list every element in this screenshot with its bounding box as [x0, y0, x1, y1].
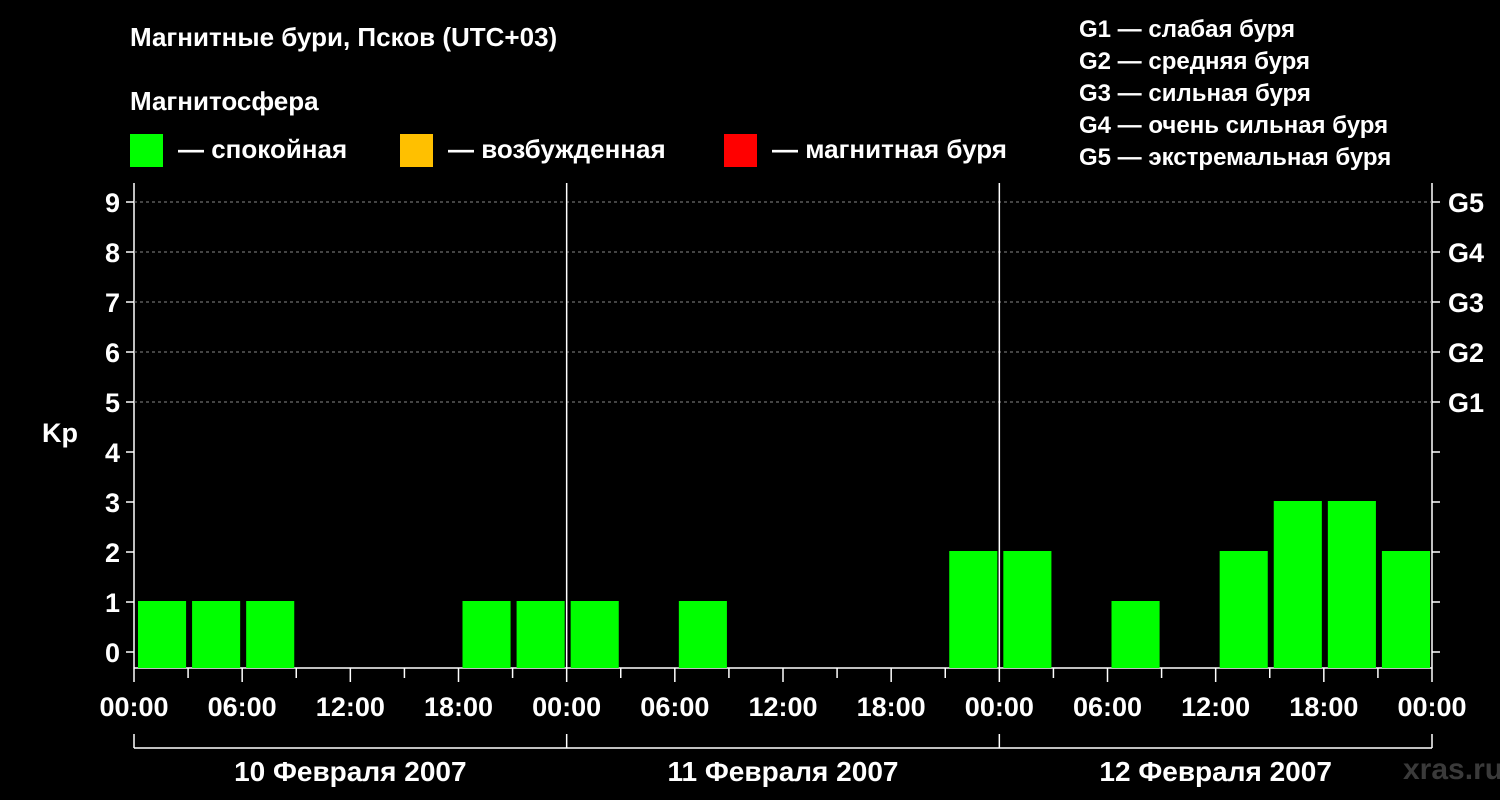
kp-bar [462, 601, 511, 668]
x-tick-label: 00:00 [532, 692, 601, 722]
kp-bar [949, 551, 998, 668]
y-tick-label: 9 [105, 188, 120, 218]
kp-bar [1003, 551, 1052, 668]
kp-bar [1111, 601, 1160, 668]
kp-bar-chart: 0 1 2 3 4 5 6 7 8 9 G1 G2 G3 G4 G5 Kp 00:00 06:00 12:00 18:… [42, 183, 1484, 787]
x-tick-label: 06:00 [1073, 692, 1142, 722]
kp-bar [570, 601, 619, 668]
x-tick-label: 06:00 [208, 692, 277, 722]
y-tick-label: 1 [105, 588, 120, 618]
g-level-label: G5 [1448, 188, 1484, 218]
x-tick-label: 18:00 [424, 692, 493, 722]
y-axis-label: Kp [42, 418, 78, 448]
day-label: 11 Февраля 2007 [668, 756, 899, 787]
x-tick-label: 00:00 [965, 692, 1034, 722]
g-level-label: G2 [1448, 338, 1484, 368]
x-tick-label: 06:00 [640, 692, 709, 722]
y-tick-label: 7 [105, 288, 120, 318]
g-level-label: G3 [1448, 288, 1484, 318]
y-tick-label: 2 [105, 538, 120, 568]
y-tick-label: 5 [105, 388, 120, 418]
g-level-label: G4 [1448, 238, 1484, 268]
kp-bar [138, 601, 187, 668]
y-tick-label: 4 [105, 438, 120, 468]
kp-bar [246, 601, 295, 668]
g-level-label: G1 [1448, 388, 1484, 418]
x-tick-label: 12:00 [748, 692, 817, 722]
x-tick-label: 18:00 [1289, 692, 1358, 722]
y-tick-label: 3 [105, 488, 120, 518]
watermark: xras.ru [1403, 753, 1500, 786]
x-tick-label: 00:00 [99, 692, 168, 722]
y-tick-label: 6 [105, 338, 120, 368]
kp-bar [1381, 551, 1430, 668]
kp-bar [1219, 551, 1268, 668]
y-tick-label: 8 [105, 238, 120, 268]
x-tick-label: 18:00 [857, 692, 926, 722]
x-tick-label: 12:00 [316, 692, 385, 722]
day-label: 10 Февраля 2007 [234, 756, 466, 787]
kp-bar [1273, 501, 1322, 668]
kp-bar [1327, 501, 1376, 668]
x-tick-label: 00:00 [1397, 692, 1466, 722]
kp-bar [516, 601, 565, 668]
day-label: 12 Февраля 2007 [1099, 756, 1331, 787]
kp-bar [192, 601, 241, 668]
x-tick-label: 12:00 [1181, 692, 1250, 722]
kp-bar [678, 601, 727, 668]
y-tick-label: 0 [105, 638, 120, 668]
